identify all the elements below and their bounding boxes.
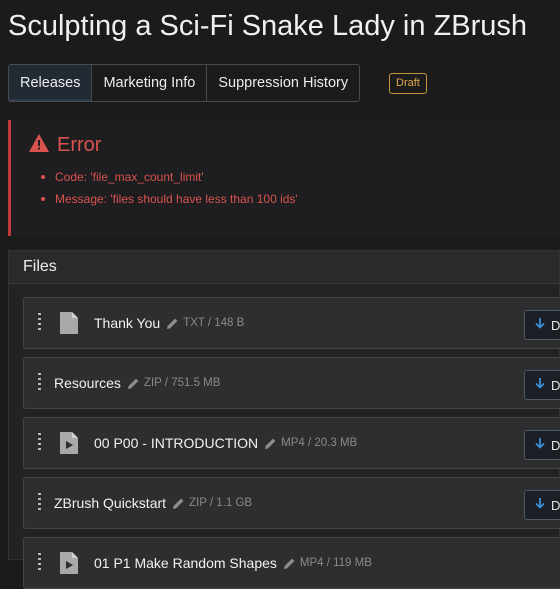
warning-icon (29, 134, 49, 157)
download-label: D (551, 317, 560, 333)
tab-marketing-info[interactable]: Marketing Info (92, 65, 208, 101)
file-meta: MP4 / 119 MB (299, 557, 372, 569)
file-row[interactable]: 01 P1 Make Random Shapes MP4 / 119 MB (23, 537, 560, 589)
drag-handle-icon[interactable] (24, 313, 54, 333)
arrow-down-icon (535, 376, 545, 394)
pencil-icon[interactable] (264, 437, 277, 450)
error-list: Code: 'file_max_count_limit' Message: 'f… (41, 166, 298, 210)
status-badge: Draft (389, 73, 427, 94)
file-row[interactable]: Thank You TXT / 148 B D (23, 297, 560, 349)
drag-handle-icon[interactable] (24, 373, 54, 393)
error-item: Message: 'files should have less than 10… (41, 188, 298, 210)
drag-handle-icon[interactable] (24, 553, 54, 573)
arrow-down-icon (535, 496, 545, 514)
files-panel: Files Thank You TXT / 148 B D Resources … (8, 250, 560, 589)
files-header: Files (9, 251, 559, 284)
download-label: D (551, 437, 560, 453)
download-button[interactable]: D (524, 370, 560, 400)
download-label: D (551, 377, 560, 393)
tab-suppression-history[interactable]: Suppression History (207, 65, 359, 101)
file-name: 01 P1 Make Random Shapes (94, 555, 277, 571)
drag-handle-icon[interactable] (24, 493, 54, 513)
file-meta: ZIP / 1.1 GB (189, 497, 253, 509)
arrow-down-icon (535, 436, 545, 454)
tab-bar: Releases Marketing Info Suppression Hist… (8, 64, 361, 102)
file-meta: MP4 / 20.3 MB (281, 437, 358, 449)
page-title: Sculpting a Sci-Fi Snake Lady in ZBrush (8, 10, 528, 42)
error-item: Code: 'file_max_count_limit' (41, 166, 298, 188)
file-row[interactable]: 00 P00 - INTRODUCTION MP4 / 20.3 MB D (23, 417, 560, 469)
text-file-icon (54, 312, 84, 334)
pencil-icon[interactable] (127, 377, 140, 390)
download-button[interactable]: D (524, 430, 560, 460)
pencil-icon[interactable] (172, 497, 185, 510)
file-name: Thank You (94, 315, 161, 331)
video-file-icon (54, 552, 84, 574)
pencil-icon[interactable] (283, 557, 296, 570)
file-row[interactable]: Resources ZIP / 751.5 MB D (23, 357, 560, 409)
download-button[interactable]: D (524, 490, 560, 520)
video-file-icon (54, 432, 84, 454)
file-meta: ZIP / 751.5 MB (143, 377, 221, 389)
file-row[interactable]: ZBrush Quickstart ZIP / 1.1 GB D (23, 477, 560, 529)
error-title: Error (57, 134, 102, 156)
drag-handle-icon[interactable] (24, 433, 54, 453)
file-name: ZBrush Quickstart (54, 495, 167, 511)
error-header: Error (29, 134, 101, 157)
download-button[interactable]: D (524, 310, 560, 340)
file-meta: TXT / 148 B (183, 317, 245, 329)
pencil-icon[interactable] (166, 317, 179, 330)
file-name: 00 P00 - INTRODUCTION (94, 435, 259, 451)
download-label: D (551, 497, 560, 513)
file-name: Resources (54, 375, 121, 391)
arrow-down-icon (535, 316, 545, 334)
tab-releases[interactable]: Releases (9, 65, 93, 101)
error-panel: Error Code: 'file_max_count_limit' Messa… (8, 120, 560, 236)
